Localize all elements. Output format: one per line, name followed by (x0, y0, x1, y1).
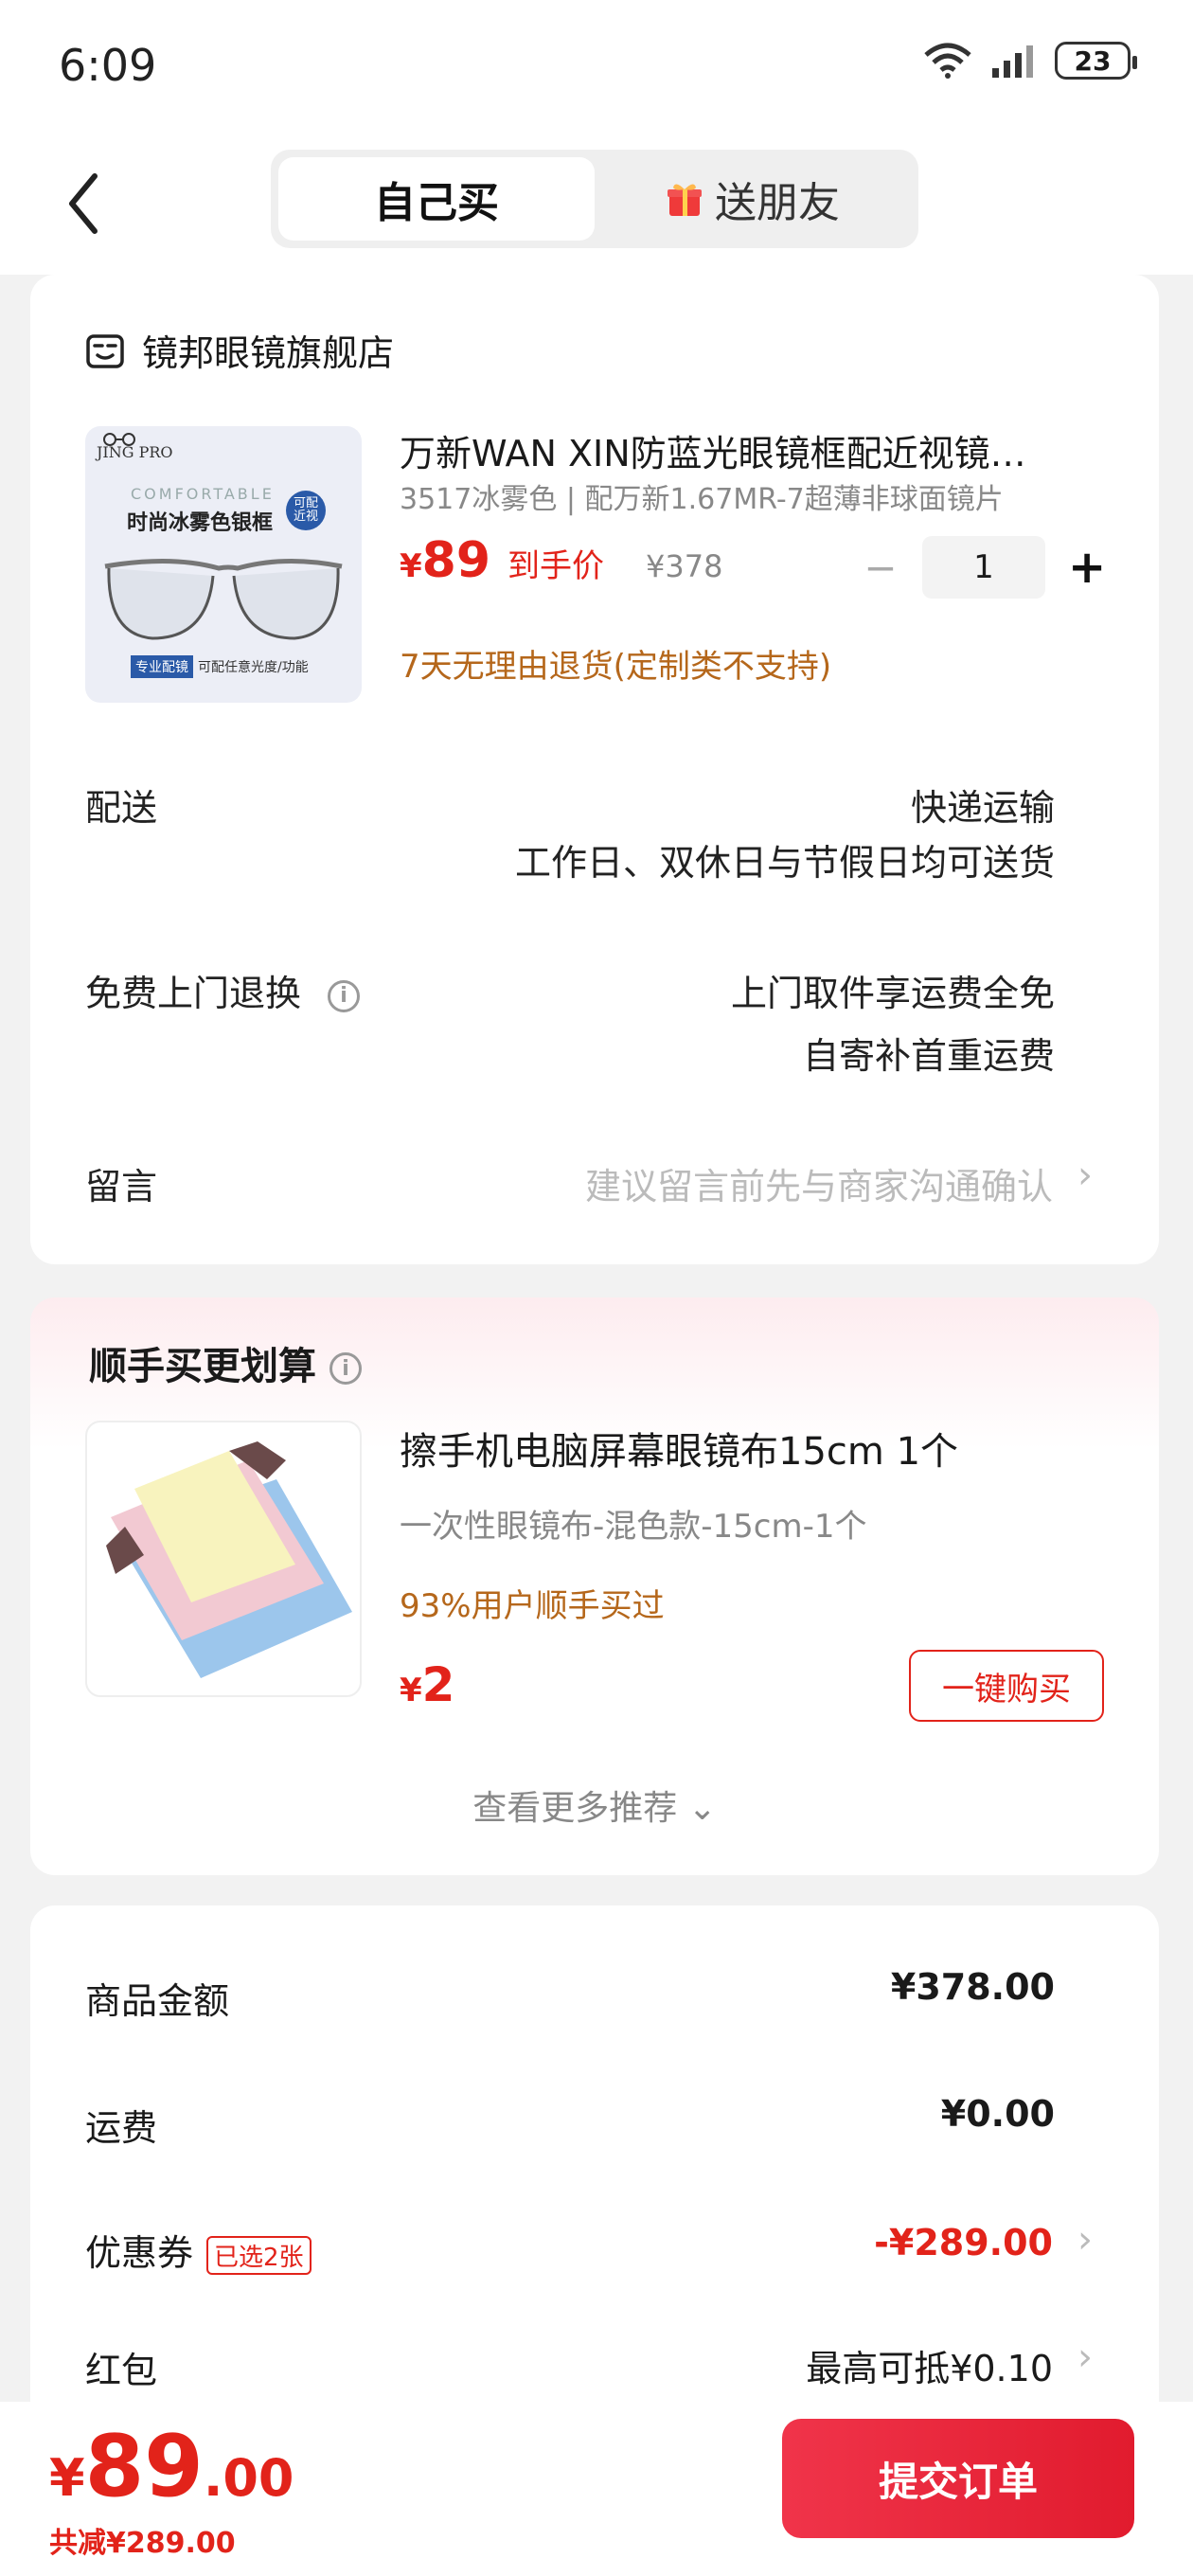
total-decimal: .00 (203, 2448, 294, 2508)
shipping-value: ¥0.00 (940, 2093, 1055, 2135)
price-summary-card: 商品金额 ¥378.00 运费 ¥0.00 优惠券 已选2张 -¥289.00 ›… (30, 1905, 1159, 2436)
delivery-note: 工作日、双休日与节假日均可送货 (514, 842, 1055, 884)
addon-image[interactable] (85, 1421, 362, 1697)
redpacket-value[interactable]: 最高可抵¥0.10 (806, 2339, 1053, 2391)
tab-gift-label: 送朋友 (715, 179, 840, 227)
original-price: ¥378 (646, 548, 723, 584)
wifi-icon (924, 43, 971, 79)
addon-recommend-card: 顺手买更划算 i 擦手机电脑屏幕眼镜布15cm 1个 一次性眼镜布-混色款-15c… (30, 1297, 1159, 1875)
goods-amount-value: ¥378.00 (890, 1966, 1055, 2008)
addon-price-symbol: ¥ (400, 1672, 422, 1709)
status-time: 6:09 (59, 40, 157, 91)
store-row[interactable]: 镜邦眼镜旗舰店 (85, 324, 394, 376)
status-icons: 23 (922, 42, 1137, 80)
battery-icon: 23 (1055, 42, 1137, 80)
price-symbol: ¥ (400, 547, 422, 585)
coupon-value[interactable]: -¥289.00 (874, 2222, 1053, 2263)
redpacket-label: 红包 (85, 2350, 158, 2391)
shipping-label: 运费 (85, 2107, 158, 2149)
coupon-row[interactable]: 优惠券 已选2张 (85, 2224, 312, 2276)
addon-price: ¥2 (400, 1657, 454, 1712)
cleaning-cloth-image (106, 1441, 352, 1678)
chevron-right-icon: › (1077, 2218, 1093, 2262)
total-currency: ¥ (49, 2448, 85, 2508)
price-value: ¥89 (400, 532, 490, 589)
product-title[interactable]: 万新WAN XIN防蓝光眼镜框配近视镜… (400, 424, 1119, 476)
total-discount: 共减¥289.00 (49, 2527, 236, 2560)
increase-button[interactable]: + (1068, 541, 1106, 594)
see-more-recommendations[interactable]: 查看更多推荐 ⌄ (30, 1780, 1159, 1830)
chevron-left-icon (69, 173, 98, 234)
purchase-mode-toggle: 自己买 送朋友 (271, 150, 918, 248)
thumb-footer-b: 可配任意光度/功能 (198, 660, 309, 675)
back-button[interactable] (55, 166, 112, 242)
quantity-value[interactable]: 1 (922, 536, 1045, 599)
chevron-right-icon: › (1077, 2335, 1093, 2379)
store-icon (86, 333, 124, 368)
top-nav: 自己买 送朋友 (0, 133, 1193, 275)
return-service-line1: 上门取件享运费全免 (730, 973, 1055, 1014)
thumb-footer-a: 专业配镜 (131, 655, 193, 678)
total-price: ¥89.00 (49, 2417, 294, 2516)
submit-order-button[interactable]: 提交订单 (782, 2419, 1134, 2538)
delivery-method: 快递运输 (910, 787, 1055, 829)
one-click-buy-button[interactable]: 一键购买 (909, 1650, 1104, 1722)
return-service-row[interactable]: 免费上门退换 i (85, 964, 361, 1016)
product-image[interactable]: JING PRO COMFORTABLE 时尚冰雾色银框 可配近视 专业配镜 可… (85, 426, 362, 703)
addon-name[interactable]: 擦手机电脑屏幕眼镜布15cm 1个 (400, 1421, 958, 1476)
checkout-bar: ¥89.00 共减¥289.00 提交订单 (0, 2402, 1193, 2576)
addon-price-amount: 2 (421, 1657, 455, 1712)
chevron-right-icon: › (1077, 1154, 1093, 1197)
message-label: 留言 (85, 1166, 158, 1208)
gift-icon (668, 184, 702, 216)
addon-popularity: 93%用户顺手买过 (400, 1587, 665, 1625)
price-row: ¥89 到手价 ¥378 (400, 532, 722, 589)
goods-amount-label: 商品金额 (85, 1980, 230, 2022)
delivery-label: 配送 (85, 787, 158, 829)
addon-title: 顺手买更划算 (89, 1345, 316, 1388)
tab-gift[interactable]: 送朋友 (595, 157, 911, 241)
tab-buy-self[interactable]: 自己买 (278, 157, 595, 241)
total-integer: 89 (84, 2417, 204, 2516)
signal-icon (992, 45, 1033, 78)
thumb-title: 时尚冰雾色银框 (127, 511, 274, 535)
price-label: 到手价 (507, 547, 605, 585)
return-service-label: 免费上门退换 (85, 973, 302, 1014)
thumb-tag: 可配近视 (286, 491, 326, 530)
tab-buy-self-label: 自己买 (374, 179, 499, 227)
return-service-line2: 自寄补首重运费 (802, 1035, 1055, 1077)
addon-title-row: 顺手买更划算 i (89, 1335, 362, 1390)
decrease-button[interactable]: − (862, 545, 899, 591)
status-bar: 6:09 23 (0, 0, 1193, 142)
redpacket-value-text: 最高可抵¥0.10 (806, 2348, 1053, 2389)
glasses-frame-icon (104, 558, 343, 640)
thumb-sub: COMFORTABLE (131, 485, 275, 503)
glasses-logo-icon (103, 433, 135, 446)
info-icon[interactable]: i (328, 979, 361, 1012)
info-icon[interactable]: i (329, 1352, 362, 1385)
price-amount: 89 (421, 532, 491, 589)
thumb-footer: 专业配镜 可配任意光度/功能 (131, 655, 313, 678)
addon-sub: 一次性眼镜布-混色款-15cm-1个 (400, 1508, 867, 1546)
product-sku[interactable]: 3517冰雾色 | 配万新1.67MR-7超薄非球面镜片 (400, 475, 1004, 517)
quantity-stepper: − 1 + (862, 536, 1106, 599)
coupon-badge: 已选2张 (206, 2236, 312, 2275)
message-input[interactable]: 建议留言前先与商家沟通确认 (585, 1157, 1053, 1209)
order-item-card: 镜邦眼镜旗舰店 JING PRO COMFORTABLE 时尚冰雾色银框 可配近… (30, 275, 1159, 1264)
returns-note: 7天无理由退货(定制类不支持) (400, 648, 832, 686)
coupon-label: 优惠券 (85, 2232, 194, 2274)
store-name: 镜邦眼镜旗舰店 (142, 332, 395, 374)
